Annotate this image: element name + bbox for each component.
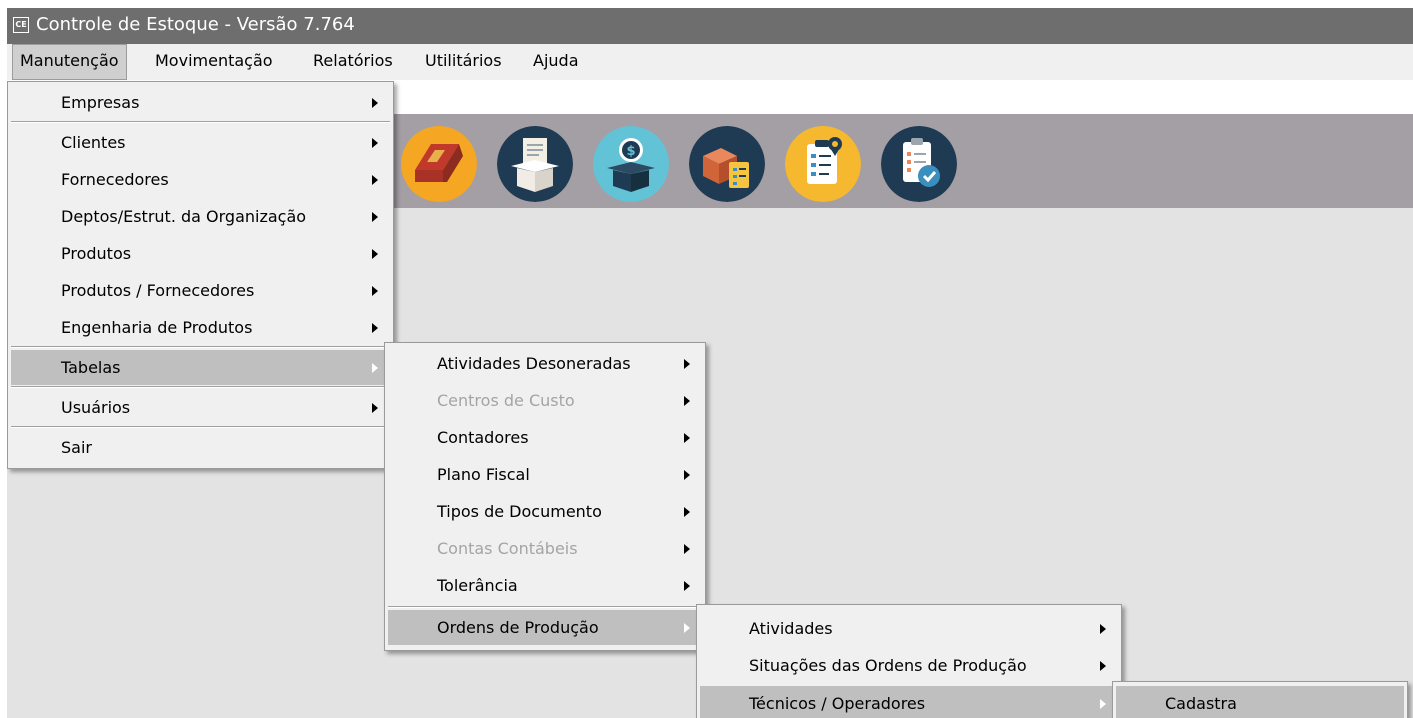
menu-item-contas-contabeis: Contas Contábeis (388, 531, 702, 566)
menu-item-empresas[interactable]: Empresas (11, 85, 390, 120)
menu-separator (11, 426, 390, 428)
menu-item-atividades[interactable]: Atividades (700, 611, 1118, 646)
menu-item-tolerancia[interactable]: Tolerância (388, 568, 702, 603)
menu-item-label: Técnicos / Operadores (749, 694, 926, 713)
menu-item-label: Empresas (61, 93, 140, 112)
menu-manutencao[interactable]: Manutenção (12, 44, 127, 80)
menu-item-label: Cadastra (1165, 694, 1237, 713)
manutencao-menu: Empresas Clientes Fornecedores Deptos/Es… (7, 81, 394, 469)
submenu-arrow-icon (372, 175, 378, 185)
submenu-arrow-icon (684, 396, 690, 406)
submenu-arrow-icon (372, 249, 378, 259)
submenu-arrow-icon (1100, 661, 1106, 671)
submenu-arrow-icon (372, 98, 378, 108)
menu-item-plano-fiscal[interactable]: Plano Fiscal (388, 457, 702, 492)
menu-relatorios[interactable]: Relatórios (306, 44, 400, 80)
menu-utilitarios[interactable]: Utilitários (418, 44, 509, 80)
menu-item-label: Centros de Custo (437, 391, 575, 410)
submenu-arrow-icon (684, 623, 690, 633)
menu-item-label: Produtos / Fornecedores (61, 281, 255, 300)
menu-item-label: Tipos de Documento (437, 502, 602, 521)
window-title: Controle de Estoque - Versão 7.764 (36, 14, 355, 35)
inventory-checklist-icon[interactable] (689, 126, 765, 202)
menu-item-clientes[interactable]: Clientes (11, 125, 390, 160)
menu-item-centros-custo: Centros de Custo (388, 383, 702, 418)
ordens-producao-submenu: Atividades Situações das Ordens de Produ… (696, 604, 1122, 718)
menu-item-label: Ordens de Produção (437, 618, 599, 637)
menu-item-label: Contas Contábeis (437, 539, 578, 558)
menu-separator (11, 121, 390, 123)
submenu-arrow-icon (372, 323, 378, 333)
menu-separator (388, 606, 702, 608)
menu-item-label: Fornecedores (61, 170, 169, 189)
submenu-arrow-icon (684, 581, 690, 591)
menu-item-tipos-documento[interactable]: Tipos de Documento (388, 494, 702, 529)
menu-item-situacoes[interactable]: Situações das Ordens de Produção (700, 648, 1118, 683)
menu-item-usuarios[interactable]: Usuários (11, 390, 390, 425)
submenu-arrow-icon (684, 359, 690, 369)
menu-item-cadastra[interactable]: Cadastra (1116, 686, 1404, 718)
submenu-arrow-icon (372, 286, 378, 296)
menu-bar: Manutenção Movimentação Relatórios Utili… (7, 44, 1413, 80)
menu-item-deptos[interactable]: Deptos/Estrut. da Organização (11, 199, 390, 234)
menu-item-tabelas[interactable]: Tabelas (11, 350, 390, 385)
submenu-arrow-icon (684, 544, 690, 554)
tabelas-submenu: Atividades Desoneradas Centros de Custo … (384, 342, 706, 651)
shipping-box-icon[interactable] (401, 126, 477, 202)
title-bar: CE Controle de Estoque - Versão 7.764 (7, 8, 1413, 44)
menu-item-label: Produtos (61, 244, 132, 263)
submenu-arrow-icon (372, 138, 378, 148)
submenu-arrow-icon (684, 433, 690, 443)
menu-item-atividades-desoneradas[interactable]: Atividades Desoneradas (388, 346, 702, 381)
app-window: CE Controle de Estoque - Versão 7.764 Ma… (7, 8, 1413, 718)
menu-item-label: Tabelas (61, 358, 121, 377)
submenu-arrow-icon (372, 403, 378, 413)
clipboard-check-icon[interactable] (881, 126, 957, 202)
menu-item-label: Engenharia de Produtos (61, 318, 253, 337)
document-box-icon[interactable] (497, 126, 573, 202)
menu-item-label: Sair (61, 438, 92, 457)
tecnicos-submenu: Cadastra (1112, 681, 1408, 718)
menu-movimentacao[interactable]: Movimentação (148, 44, 280, 80)
submenu-arrow-icon (1100, 699, 1106, 709)
menu-item-produtos-fornecedores[interactable]: Produtos / Fornecedores (11, 273, 390, 308)
menu-item-label: Contadores (437, 428, 529, 447)
menu-ajuda[interactable]: Ajuda (526, 44, 586, 80)
menu-item-produtos[interactable]: Produtos (11, 236, 390, 271)
menu-item-sair[interactable]: Sair (11, 430, 390, 465)
menu-item-tecnicos-operadores[interactable]: Técnicos / Operadores (700, 686, 1118, 718)
submenu-arrow-icon (684, 470, 690, 480)
menu-item-engenharia[interactable]: Engenharia de Produtos (11, 310, 390, 345)
menu-item-fornecedores[interactable]: Fornecedores (11, 162, 390, 197)
menu-item-label: Tolerância (437, 576, 518, 595)
menu-separator (11, 386, 390, 388)
submenu-arrow-icon (1100, 624, 1106, 634)
menu-item-label: Atividades Desoneradas (437, 354, 631, 373)
menu-item-label: Clientes (61, 133, 126, 152)
menu-item-contadores[interactable]: Contadores (388, 420, 702, 455)
menu-separator (11, 346, 390, 348)
menu-item-label: Deptos/Estrut. da Organização (61, 207, 307, 226)
menu-item-label: Situações das Ordens de Produção (749, 656, 1027, 675)
menu-item-label: Atividades (749, 619, 833, 638)
svg-text:$: $ (626, 144, 635, 159)
menu-item-label: Usuários (61, 398, 131, 417)
submenu-arrow-icon (372, 363, 378, 373)
clipboard-location-icon[interactable] (785, 126, 861, 202)
app-logo-icon: CE (13, 17, 29, 33)
menu-item-ordens-producao[interactable]: Ordens de Produção (388, 610, 702, 645)
menu-item-label: Plano Fiscal (437, 465, 530, 484)
submenu-arrow-icon (372, 212, 378, 222)
money-box-icon[interactable]: $ (593, 126, 669, 202)
submenu-arrow-icon (684, 507, 690, 517)
